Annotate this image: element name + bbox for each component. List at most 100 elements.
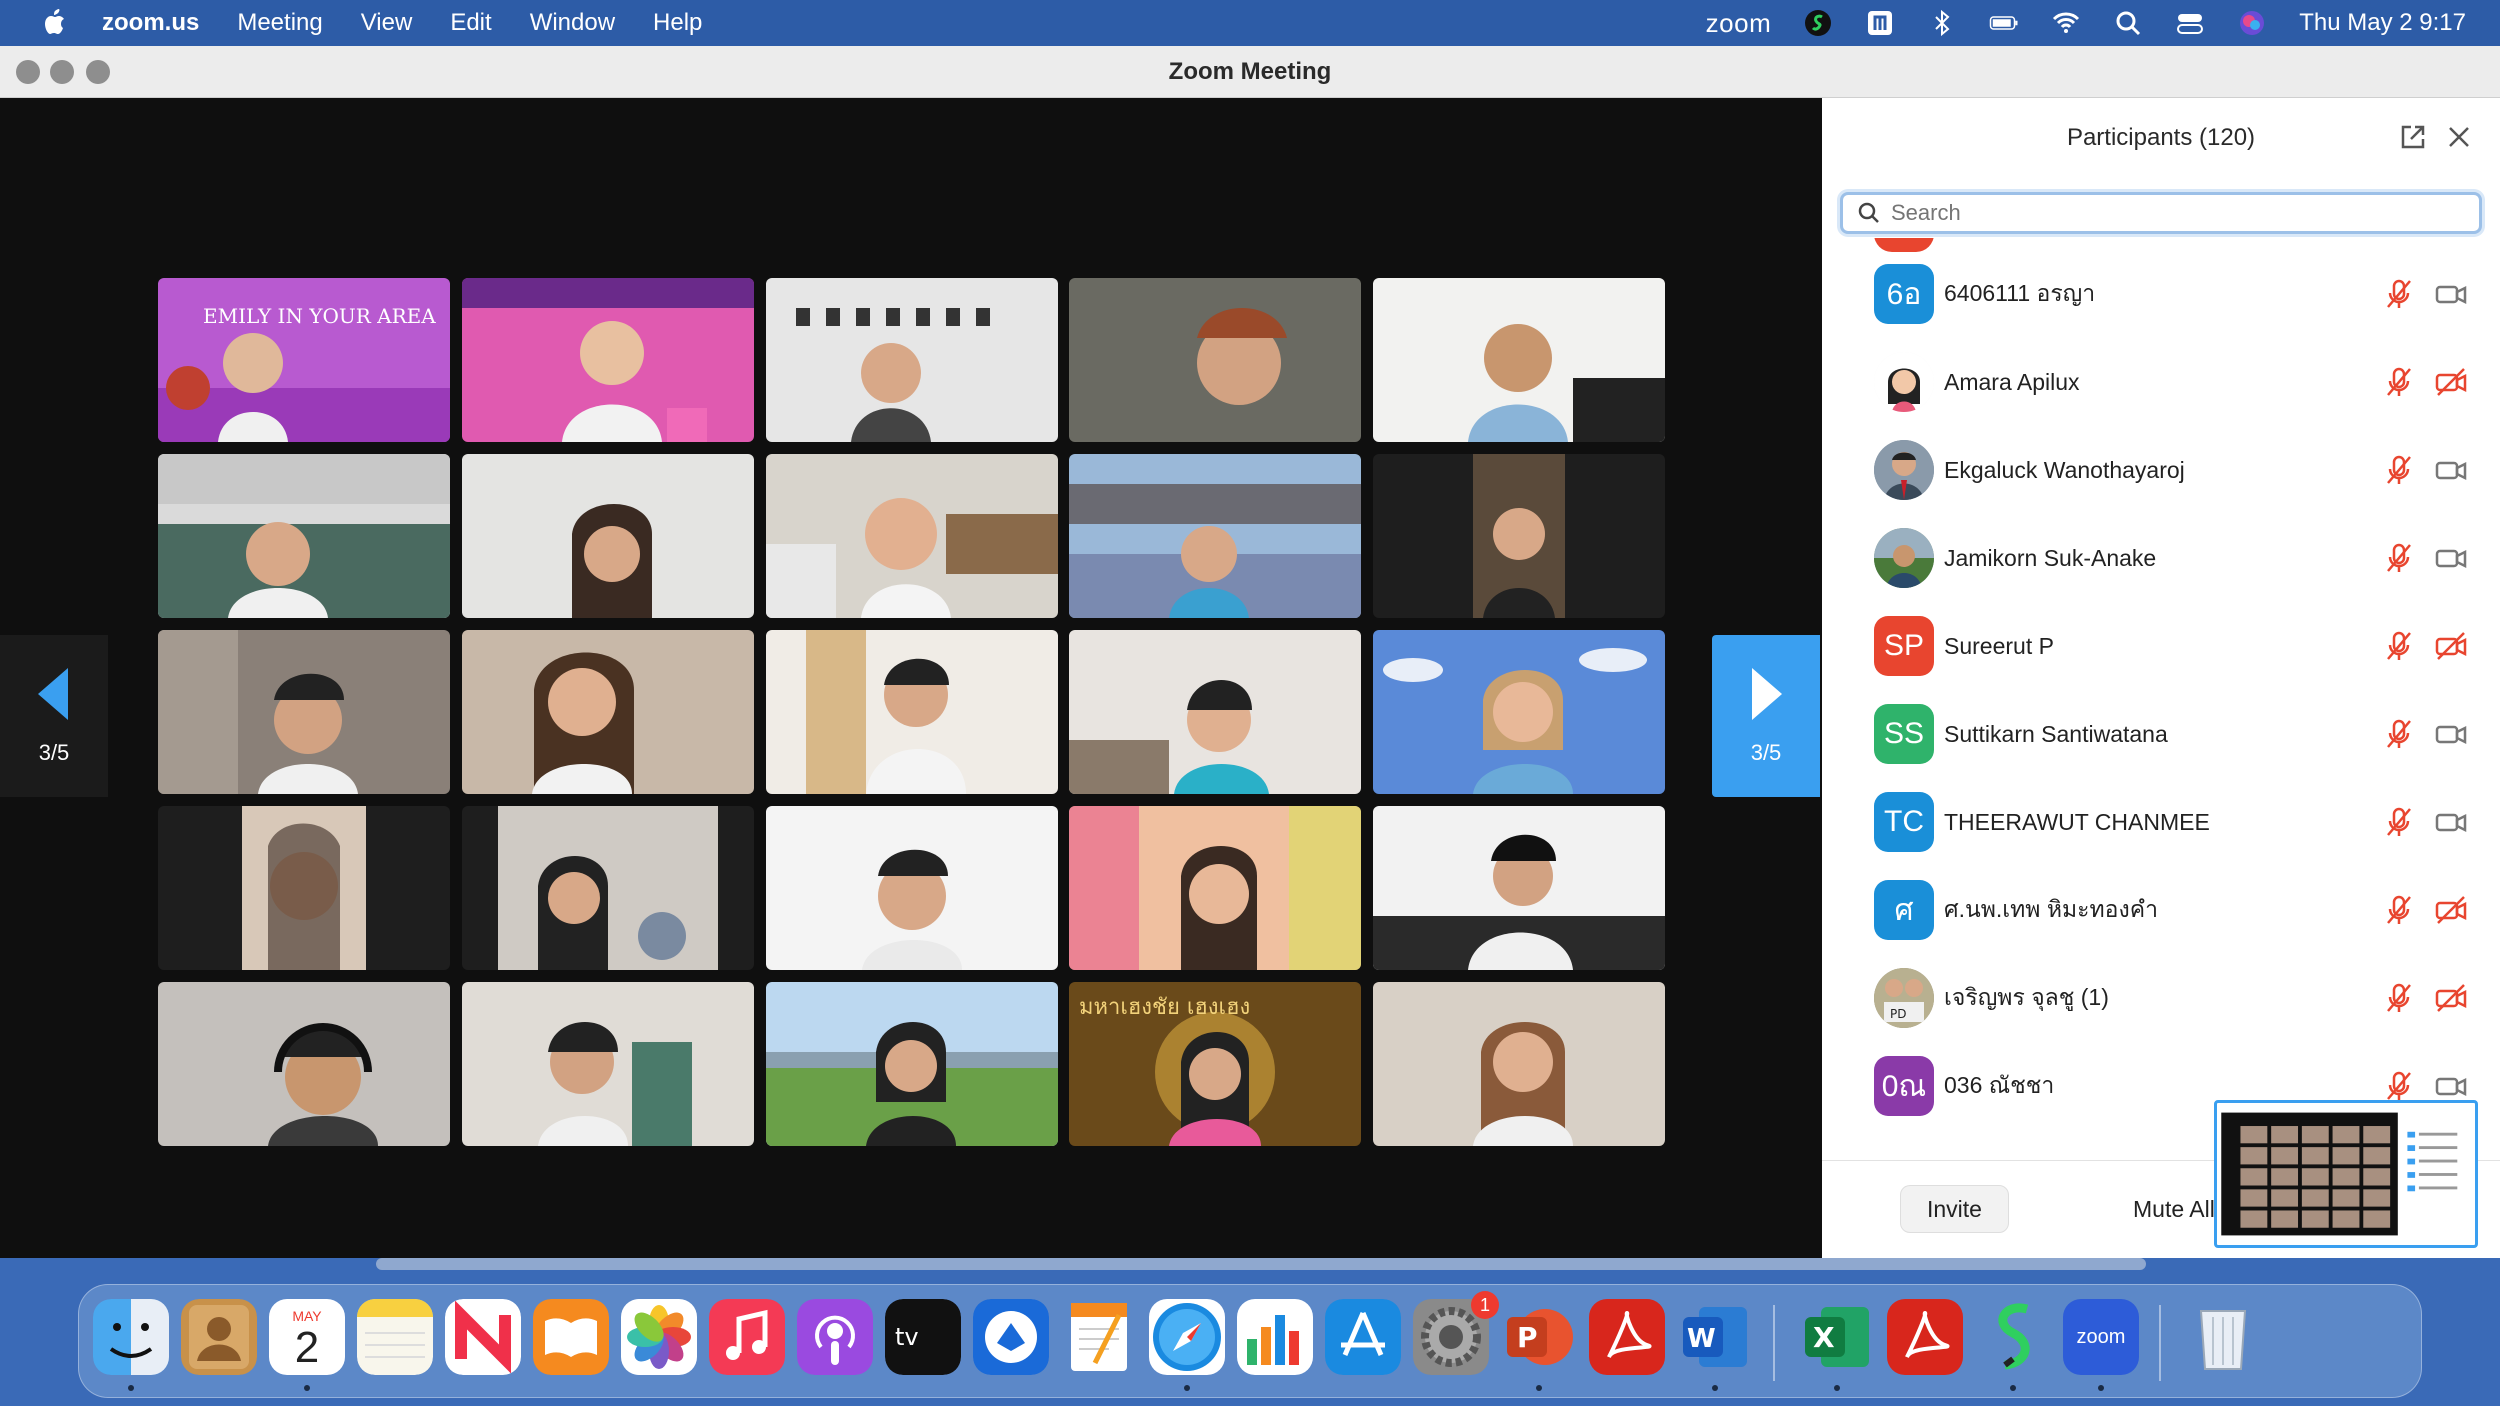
menu-clock[interactable]: Thu May 2 9:17 xyxy=(2299,9,2466,37)
music-icon[interactable] xyxy=(709,1299,785,1375)
contacts-icon[interactable] xyxy=(181,1299,257,1375)
video-off-icon[interactable] xyxy=(2434,629,2468,663)
numbers-icon[interactable] xyxy=(1237,1299,1313,1375)
video-tile[interactable] xyxy=(462,278,754,442)
participant-row[interactable]: TC THEERAWUT CHANMEE xyxy=(1822,778,2500,866)
video-tile[interactable] xyxy=(1373,630,1665,794)
video-tile[interactable] xyxy=(462,630,754,794)
window-scrollbar[interactable] xyxy=(376,1258,2146,1270)
wifi-icon[interactable] xyxy=(2051,8,2081,38)
participant-row[interactable]: Amara Apilux xyxy=(1822,338,2500,426)
trash-icon[interactable] xyxy=(2185,1299,2261,1375)
video-tile[interactable] xyxy=(462,806,754,970)
video-tile[interactable] xyxy=(1069,806,1361,970)
video-off-icon[interactable] xyxy=(2434,365,2468,399)
menu-help[interactable]: Help xyxy=(653,9,702,37)
apple-logo-icon[interactable] xyxy=(38,6,72,40)
video-off-icon[interactable] xyxy=(2434,981,2468,1015)
participant-row[interactable]: SP Sureerut P xyxy=(1822,602,2500,690)
video-tile[interactable] xyxy=(1069,454,1361,618)
menu-view[interactable]: View xyxy=(361,9,413,37)
menu-window[interactable]: Window xyxy=(530,9,615,37)
zoom-status-label[interactable]: zoom xyxy=(1706,8,1772,39)
video-tile[interactable] xyxy=(1373,454,1665,618)
video-tile[interactable] xyxy=(158,454,450,618)
calendar-icon[interactable]: MAY 2 xyxy=(269,1299,345,1375)
app-store-icon[interactable] xyxy=(1325,1299,1401,1375)
mic-muted-icon[interactable] xyxy=(2382,277,2416,311)
mic-muted-icon[interactable] xyxy=(2382,365,2416,399)
mic-muted-icon[interactable] xyxy=(2382,893,2416,927)
participant-row[interactable]: ศ ศ.นพ.เทพ หิมะทองคำ xyxy=(1822,866,2500,954)
video-tile[interactable] xyxy=(1373,806,1665,970)
battery-icon[interactable] xyxy=(1989,8,2019,38)
video-camera-icon[interactable] xyxy=(2434,717,2468,751)
acrobat-reader-icon[interactable] xyxy=(1887,1299,1963,1375)
word-icon[interactable]: W xyxy=(1677,1299,1753,1375)
siri-icon[interactable] xyxy=(2237,8,2267,38)
close-window-button[interactable] xyxy=(16,60,40,84)
photos-icon[interactable] xyxy=(621,1299,697,1375)
video-camera-icon[interactable] xyxy=(2434,1069,2468,1103)
video-tile[interactable] xyxy=(766,630,1058,794)
video-camera-icon[interactable] xyxy=(2434,277,2468,311)
video-tile[interactable] xyxy=(766,454,1058,618)
spotlight-search-icon[interactable] xyxy=(2113,8,2143,38)
video-tile[interactable] xyxy=(1069,630,1361,794)
video-tile[interactable]: มหาเฮงชัย เฮงเฮง xyxy=(1069,982,1361,1146)
mic-muted-icon[interactable] xyxy=(2382,717,2416,751)
zoom-window-button[interactable] xyxy=(86,60,110,84)
mic-muted-icon[interactable] xyxy=(2382,981,2416,1015)
control-center-icon[interactable] xyxy=(2175,8,2205,38)
video-tile[interactable] xyxy=(158,982,450,1146)
scrivener-icon[interactable] xyxy=(1975,1299,2051,1375)
participant-row[interactable]: SS Suttikarn Santiwatana xyxy=(1822,690,2500,778)
bluetooth-icon[interactable] xyxy=(1927,8,1957,38)
menu-meeting[interactable]: Meeting xyxy=(237,9,322,37)
menu-edit[interactable]: Edit xyxy=(450,9,491,37)
excel-icon[interactable]: X xyxy=(1799,1299,1875,1375)
participant-row[interactable]: PD เจริญพร จุลชู (1) xyxy=(1822,954,2500,1042)
mic-muted-icon[interactable] xyxy=(2382,541,2416,575)
video-tile[interactable]: EMILY IN YOUR AREA xyxy=(158,278,450,442)
safari-icon[interactable] xyxy=(1149,1299,1225,1375)
news-icon[interactable] xyxy=(445,1299,521,1375)
video-tile[interactable] xyxy=(158,806,450,970)
text-input-icon[interactable] xyxy=(1865,8,1895,38)
finder-icon[interactable] xyxy=(93,1299,169,1375)
scrivener-status-icon[interactable] xyxy=(1803,8,1833,38)
video-tile[interactable] xyxy=(766,806,1058,970)
pop-out-icon[interactable] xyxy=(2398,122,2428,152)
invite-button[interactable]: Invite xyxy=(1900,1185,2009,1233)
video-tile[interactable] xyxy=(462,454,754,618)
mic-muted-icon[interactable] xyxy=(2382,1069,2416,1103)
next-page-button[interactable]: 3/5 xyxy=(1712,635,1820,797)
mic-muted-icon[interactable] xyxy=(2382,805,2416,839)
zoom-app-icon[interactable]: zoom xyxy=(2063,1299,2139,1375)
meeting-thumbnail[interactable] xyxy=(2214,1100,2478,1248)
podcasts-icon[interactable] xyxy=(797,1299,873,1375)
apple-tv-icon[interactable]: tv xyxy=(885,1299,961,1375)
video-tile[interactable] xyxy=(462,982,754,1146)
acrobat-icon[interactable] xyxy=(1589,1299,1665,1375)
video-tile[interactable] xyxy=(1373,278,1665,442)
mic-muted-icon[interactable] xyxy=(2382,629,2416,663)
notes-icon[interactable] xyxy=(357,1299,433,1375)
previous-page-button[interactable]: 3/5 xyxy=(0,635,108,797)
video-tile[interactable] xyxy=(158,630,450,794)
mic-muted-icon[interactable] xyxy=(2382,453,2416,487)
search-input[interactable] xyxy=(1891,200,2451,226)
books-icon[interactable] xyxy=(533,1299,609,1375)
menu-app-name[interactable]: zoom.us xyxy=(102,9,199,37)
video-camera-icon[interactable] xyxy=(2434,541,2468,575)
app-icon-blue[interactable] xyxy=(973,1299,1049,1375)
powerpoint-icon[interactable]: P xyxy=(1501,1299,1577,1375)
video-tile[interactable] xyxy=(766,982,1058,1146)
participant-row[interactable]: Jamikorn Suk-Anake xyxy=(1822,514,2500,602)
video-camera-icon[interactable] xyxy=(2434,453,2468,487)
participant-search[interactable] xyxy=(1840,192,2482,234)
minimize-window-button[interactable] xyxy=(50,60,74,84)
video-camera-icon[interactable] xyxy=(2434,805,2468,839)
pages-icon[interactable] xyxy=(1061,1299,1137,1375)
video-tile[interactable] xyxy=(766,278,1058,442)
